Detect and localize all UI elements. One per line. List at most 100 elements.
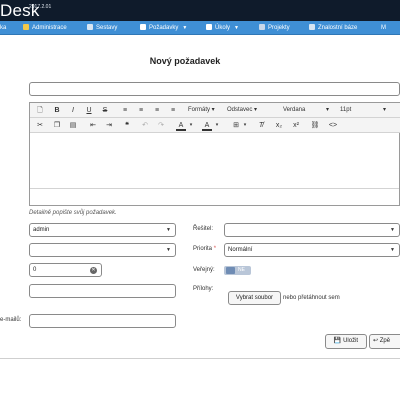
link-icon[interactable]: ⛓ [310,120,320,131]
secondary-select[interactable]: ▼ [29,243,176,257]
back-button[interactable]: ↩ Zpě [369,334,400,349]
rich-text-editor: 🗋 B I U S ≡ ≡ ≡ ≡ Formáty ▾ Odstavec ▾ V… [29,102,400,206]
chevron-down-icon: ▼ [390,247,395,253]
back-arrow-icon: ↩ [373,338,379,344]
nav-item-ukoly[interactable]: Úkoly ▼ [206,21,239,35]
text-color-icon[interactable]: A [176,120,186,131]
email-label: e-mailů: [0,317,22,323]
chevron-down-icon: ▼ [166,227,171,233]
source-code-icon[interactable]: <> [328,120,338,131]
redo-icon[interactable]: ↷ [156,120,166,131]
editor-toolbar-row-1: 🗋 B I U S ≡ ≡ ≡ ≡ Formáty ▾ Odstavec ▾ V… [30,103,400,118]
priority-value: Normální [228,247,253,253]
new-document-icon[interactable]: 🗋 [35,105,45,116]
public-toggle[interactable]: NE [224,266,251,275]
paste-icon[interactable]: ▤ [68,120,78,131]
topbar: Desk 2017.2.01 [0,0,400,21]
public-label: Veřejný: [193,267,215,273]
size-dropdown[interactable]: 11pt [340,105,351,116]
chevron-down-icon[interactable]: ▾ [214,120,220,131]
align-justify-icon[interactable]: ≡ [168,105,178,116]
nav-item-user[interactable]: M [381,21,386,35]
toggle-knob [226,267,235,274]
chevron-down-icon: ▼ [234,25,239,31]
undo-icon[interactable]: ↶ [140,120,150,131]
requester-value: admin [33,227,50,233]
nav-item-label: ka [0,25,7,31]
chevron-down-icon: ▼ [182,25,188,31]
paragraph-dropdown[interactable]: Odstavec ▾ [227,105,257,116]
divider [0,358,400,359]
font-dropdown-caret[interactable]: ▾ [326,105,329,116]
chevron-down-icon: ▼ [390,227,395,233]
editor-hint: Detailně popište svůj požadavek. [29,210,117,216]
priority-select[interactable]: Normální ▼ [224,243,400,257]
email-input[interactable] [29,314,176,328]
number-value: 0 [33,267,37,273]
blockquote-icon[interactable]: ❝ [122,120,132,131]
nav-item-label: M [381,25,386,31]
nav-item-administrace[interactable]: Administrace [23,21,67,35]
tools-icon [87,24,93,30]
bold-icon[interactable]: B [52,105,62,116]
nav-item-projekty[interactable]: Projekty [259,21,290,35]
editor-toolbar-row-2: ✂ ❐ ▤ ⇤ ⇥ ❝ ↶ ↷ A ▾ A ▾ ⊞ ▾ T̸ x₂ x² ⛓ <… [30,118,400,133]
font-label: Verdana [283,107,306,113]
priority-label: Priorita * [193,246,216,252]
resolver-label: Řešitel: [193,226,214,232]
choose-file-button[interactable]: Vybrat soubor [228,291,281,305]
text-input[interactable] [29,284,176,298]
align-center-icon[interactable]: ≡ [136,105,146,116]
underline-icon[interactable]: U [84,105,94,116]
subject-input[interactable] [29,82,400,96]
indent-icon[interactable]: ⇥ [104,120,114,131]
align-right-icon[interactable]: ≡ [152,105,162,116]
number-input[interactable]: 0 ✕ [29,263,102,277]
nav-item-label: Znalostní báze [318,25,358,31]
formats-label: Formáty [188,107,211,113]
attachments-label: Přílohy: [193,286,214,292]
table-icon[interactable]: ⊞ [231,120,241,131]
editor-statusbar [30,188,399,205]
nav-item-sestavy[interactable]: Sestavy [87,21,117,35]
document-icon [140,24,146,30]
clear-formatting-icon[interactable]: T̸ [256,120,266,131]
priority-label-text: Priorita [193,246,213,252]
floppy-disk-icon: 💾 [333,338,342,344]
version-label: 2017.2.01 [29,4,52,10]
back-label: Zpě [379,338,391,344]
required-marker: * [213,246,217,252]
chevron-down-icon: ▼ [166,247,171,253]
checklist-icon [206,24,212,30]
background-color-icon[interactable]: A [202,120,212,131]
chevron-down-icon[interactable]: ▾ [242,120,248,131]
chevron-down-icon[interactable]: ▾ [188,120,194,131]
toggle-text: NE [238,267,245,273]
size-dropdown-caret[interactable]: ▾ [383,105,386,116]
book-icon [309,24,315,30]
nav-item-label: Požadavky [149,25,179,31]
paragraph-label: Odstavec [227,107,253,113]
lock-icon [23,24,29,30]
copy-icon[interactable]: ❐ [52,120,62,131]
nav-item-znalostni-baze[interactable]: Znalostní báze [309,21,357,35]
strikethrough-icon[interactable]: S [100,105,110,116]
cut-icon[interactable]: ✂ [35,120,45,131]
projects-icon [259,24,265,30]
subscript-icon[interactable]: x₂ [274,120,284,131]
formats-dropdown[interactable]: Formáty ▾ [188,105,215,116]
nav-item-label: Sestavy [96,25,118,31]
resolver-select[interactable]: ▼ [224,223,400,237]
nav-item-pozadavky[interactable]: Požadavky ▼ [140,21,187,35]
align-left-icon[interactable]: ≡ [120,105,130,116]
superscript-icon[interactable]: x² [291,120,301,131]
clear-icon[interactable]: ✕ [90,267,97,274]
requester-select[interactable]: admin ▼ [29,223,176,237]
nav-item-start[interactable]: ka [0,21,6,35]
italic-icon[interactable]: I [68,105,78,116]
size-label: 11pt [340,107,352,113]
save-button[interactable]: 💾 Uložit [325,334,367,349]
nav-item-label: Administrace [32,25,67,31]
outdent-icon[interactable]: ⇤ [88,120,98,131]
font-dropdown[interactable]: Verdana [283,105,305,116]
